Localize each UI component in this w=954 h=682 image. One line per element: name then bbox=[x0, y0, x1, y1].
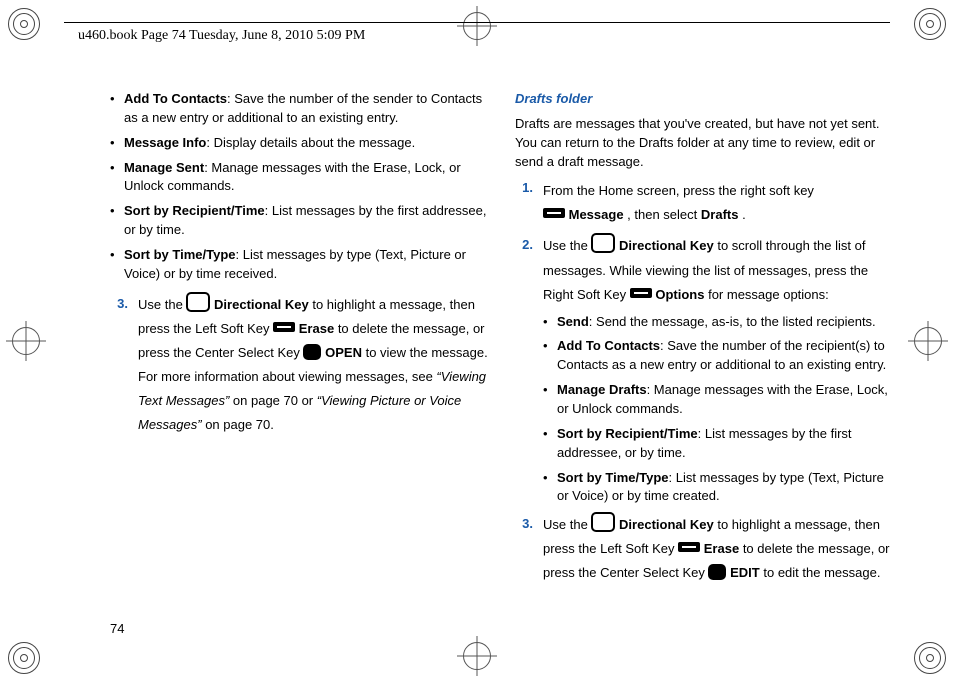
desc: : Send the message, as-is, to the listed… bbox=[589, 314, 876, 329]
step-text: Use the Directional Key to highlight a m… bbox=[543, 512, 894, 585]
text: . bbox=[742, 207, 746, 222]
text: Message bbox=[569, 207, 624, 222]
options-list: Add To Contacts: Save the number of the … bbox=[110, 90, 489, 284]
text: , then select bbox=[627, 207, 701, 222]
list-item: Add To Contacts: Save the number of the … bbox=[543, 337, 894, 375]
step-number: 3. bbox=[110, 292, 128, 437]
page-number: 74 bbox=[110, 621, 124, 636]
term: Sort by Time/Type bbox=[124, 247, 236, 262]
running-header: u460.book Page 74 Tuesday, June 8, 2010 … bbox=[78, 28, 365, 44]
list-item: Send: Send the message, as-is, to the li… bbox=[543, 313, 894, 332]
step-3: 3. Use the Directional Key to highlight … bbox=[110, 292, 489, 437]
text: Drafts bbox=[701, 207, 739, 222]
list-item: Sort by Recipient/Time: List messages by… bbox=[543, 425, 894, 463]
crop-cross-icon bbox=[6, 321, 46, 361]
term: Add To Contacts bbox=[557, 338, 660, 353]
term: Sort by Recipient/Time bbox=[557, 426, 698, 441]
term: Message Info bbox=[124, 135, 206, 150]
crop-cross-icon bbox=[908, 321, 948, 361]
soft-key-icon bbox=[678, 542, 700, 552]
term: Manage Sent bbox=[124, 160, 204, 175]
step-2: 2. Use the Directional Key to scroll thr… bbox=[515, 233, 894, 306]
soft-key-icon bbox=[630, 288, 652, 298]
term: Sort by Recipient/Time bbox=[124, 203, 265, 218]
text: Erase bbox=[704, 541, 743, 556]
step-number: 3. bbox=[515, 512, 533, 585]
step-1: 1. From the Home screen, press the right… bbox=[515, 179, 894, 227]
list-item: Manage Drafts: Manage messages with the … bbox=[543, 381, 894, 419]
list-item: Message Info: Display details about the … bbox=[110, 134, 489, 153]
right-column: Drafts folder Drafts are messages that y… bbox=[515, 90, 894, 602]
directional-key-icon bbox=[591, 233, 615, 253]
term: Add To Contacts bbox=[124, 91, 227, 106]
step-number: 2. bbox=[515, 233, 533, 306]
options-list: Send: Send the message, as-is, to the li… bbox=[543, 313, 894, 507]
page: u460.book Page 74 Tuesday, June 8, 2010 … bbox=[0, 0, 954, 682]
left-column: Add To Contacts: Save the number of the … bbox=[110, 90, 489, 602]
text: Use the bbox=[543, 238, 591, 253]
text: From the Home screen, press the right so… bbox=[543, 183, 814, 198]
step-text: Use the Directional Key to highlight a m… bbox=[138, 292, 489, 437]
step-number: 1. bbox=[515, 179, 533, 227]
text: Use the bbox=[138, 297, 186, 312]
text: OPEN bbox=[325, 345, 362, 360]
term: Manage Drafts bbox=[557, 382, 647, 397]
section-title: Drafts folder bbox=[515, 90, 894, 109]
registration-mark-icon bbox=[8, 8, 40, 40]
text: Erase bbox=[299, 321, 338, 336]
text: Use the bbox=[543, 517, 591, 532]
header-rule bbox=[64, 22, 890, 23]
crop-cross-icon bbox=[457, 6, 497, 46]
content-area: Add To Contacts: Save the number of the … bbox=[110, 90, 894, 602]
text: for message options: bbox=[708, 287, 829, 302]
list-item: Manage Sent: Manage messages with the Er… bbox=[110, 159, 489, 197]
registration-mark-icon bbox=[914, 642, 946, 674]
term: Send bbox=[557, 314, 589, 329]
directional-key-icon bbox=[186, 292, 210, 312]
registration-mark-icon bbox=[914, 8, 946, 40]
soft-key-icon bbox=[543, 208, 565, 218]
step-3: 3. Use the Directional Key to highlight … bbox=[515, 512, 894, 585]
center-key-icon bbox=[708, 564, 726, 580]
crop-cross-icon bbox=[457, 636, 497, 676]
step-text: Use the Directional Key to scroll throug… bbox=[543, 233, 894, 306]
term: Sort by Time/Type bbox=[557, 470, 669, 485]
registration-mark-icon bbox=[8, 642, 40, 674]
step-text: From the Home screen, press the right so… bbox=[543, 179, 894, 227]
list-item: Sort by Time/Type: List messages by type… bbox=[110, 246, 489, 284]
text: EDIT bbox=[730, 565, 760, 580]
text: Options bbox=[655, 287, 704, 302]
text: Directional Key bbox=[619, 517, 714, 532]
text: on page 70 or bbox=[233, 393, 317, 408]
desc: : Display details about the message. bbox=[206, 135, 415, 150]
soft-key-icon bbox=[273, 322, 295, 332]
list-item: Sort by Time/Type: List messages by type… bbox=[543, 469, 894, 507]
list-item: Add To Contacts: Save the number of the … bbox=[110, 90, 489, 128]
intro-text: Drafts are messages that you've created,… bbox=[515, 115, 894, 172]
text: to edit the message. bbox=[763, 565, 880, 580]
list-item: Sort by Recipient/Time: List messages by… bbox=[110, 202, 489, 240]
text: Directional Key bbox=[214, 297, 309, 312]
center-key-icon bbox=[303, 344, 321, 360]
text: on page 70. bbox=[205, 417, 274, 432]
text: Directional Key bbox=[619, 238, 714, 253]
directional-key-icon bbox=[591, 512, 615, 532]
